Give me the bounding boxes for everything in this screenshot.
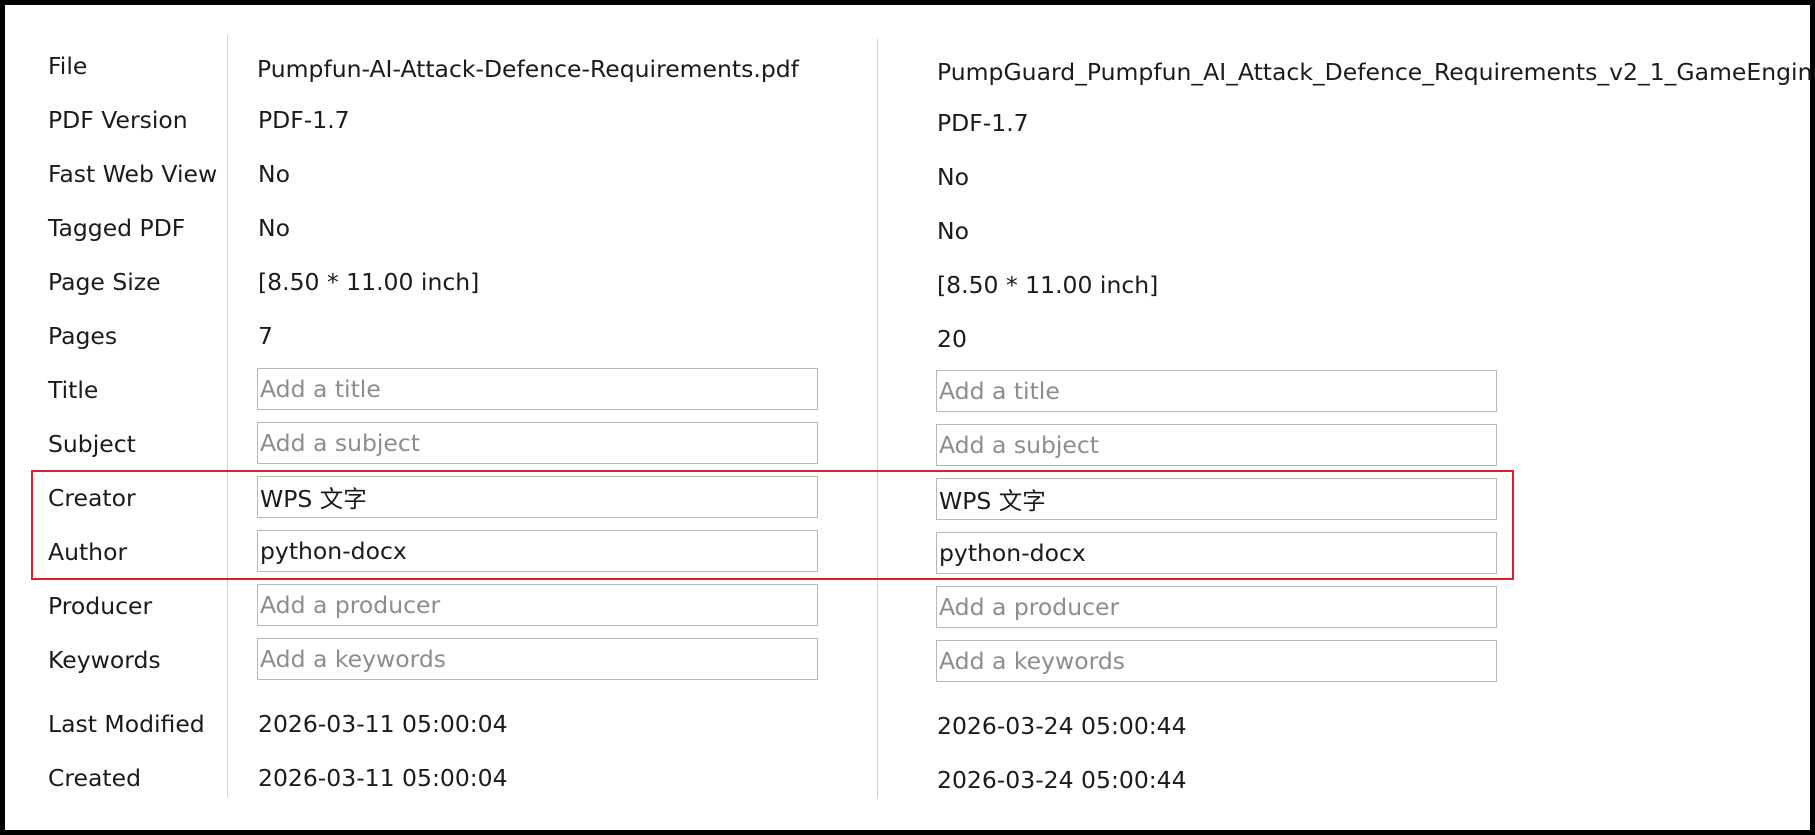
right-tagged-pdf: No (937, 217, 969, 245)
left-pdf-version: PDF-1.7 (258, 106, 350, 134)
label-fast-web-view: Fast Web View (48, 160, 218, 188)
left-keywords-input[interactable] (257, 638, 818, 680)
right-pdf-version: PDF-1.7 (937, 109, 1029, 137)
right-file-name: PumpGuard_Pumpfun_AI_Attack_Defence_Requ… (937, 58, 1815, 86)
left-title-input[interactable] (257, 368, 818, 410)
left-creator-input[interactable] (257, 476, 818, 518)
label-creator: Creator (48, 484, 136, 512)
left-last-modified: 2026-03-11 05:00:04 (258, 710, 508, 738)
label-subject: Subject (48, 430, 136, 458)
left-subject-input[interactable] (257, 422, 818, 464)
left-fast-web-view: No (258, 160, 290, 188)
label-pdf-version: PDF Version (48, 106, 188, 134)
left-created: 2026-03-11 05:00:04 (258, 764, 508, 792)
left-producer-input[interactable] (257, 584, 818, 626)
right-pages: 20 (937, 325, 967, 353)
file-column-divider (877, 39, 878, 799)
properties-panel: File PDF Version Fast Web View Tagged PD… (0, 0, 1815, 835)
left-pages: 7 (258, 322, 273, 350)
left-page-size: [8.50 * 11.00 inch] (258, 268, 480, 296)
label-tagged-pdf: Tagged PDF (48, 214, 186, 242)
label-pages: Pages (48, 322, 118, 350)
right-creator-input[interactable] (936, 478, 1497, 520)
right-created: 2026-03-24 05:00:44 (937, 766, 1187, 794)
label-file: File (48, 52, 88, 80)
label-keywords: Keywords (48, 646, 161, 674)
right-author-input[interactable] (936, 532, 1497, 574)
label-created: Created (48, 764, 142, 792)
right-page-size: [8.50 * 11.00 inch] (937, 271, 1159, 299)
right-last-modified: 2026-03-24 05:00:44 (937, 712, 1187, 740)
label-producer: Producer (48, 592, 153, 620)
label-page-size: Page Size (48, 268, 161, 296)
left-tagged-pdf: No (258, 214, 290, 242)
right-producer-input[interactable] (936, 586, 1497, 628)
left-author-input[interactable] (257, 530, 818, 572)
right-keywords-input[interactable] (936, 640, 1497, 682)
label-title: Title (48, 376, 99, 404)
left-file-name: Pumpfun-AI-Attack-Defence-Requirements.p… (257, 55, 799, 83)
right-fast-web-view: No (937, 163, 969, 191)
label-last-modified: Last Modified (48, 710, 205, 738)
right-title-input[interactable] (936, 370, 1497, 412)
label-author: Author (48, 538, 128, 566)
right-subject-input[interactable] (936, 424, 1497, 466)
label-column-divider (227, 35, 228, 797)
